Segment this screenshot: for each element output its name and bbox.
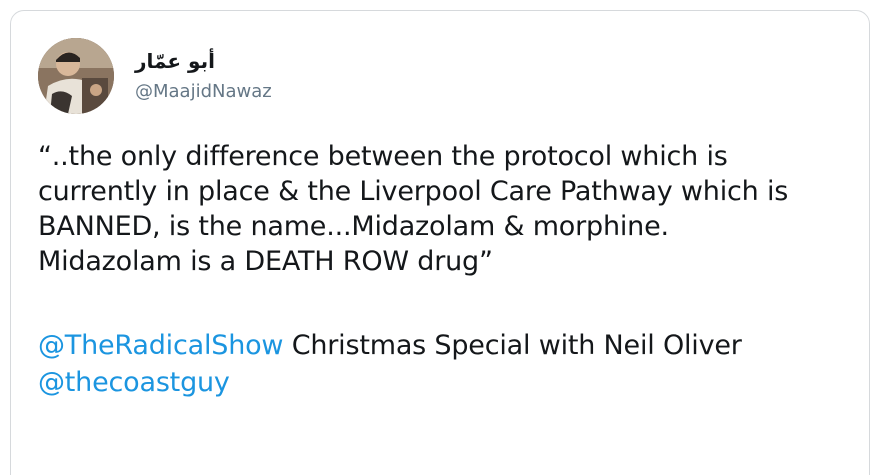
tweet-quote-text: “..the only difference between the proto… <box>38 141 789 277</box>
author-avatar[interactable] <box>38 38 114 114</box>
mention-link-radicalshow[interactable]: @TheRadicalShow <box>38 330 284 361</box>
author-handle[interactable]: @MaajidNawaz <box>135 81 272 102</box>
avatar-photo-icon <box>38 38 114 114</box>
author-display-name[interactable]: أبو عمّار <box>135 49 215 73</box>
tweet-card[interactable]: أبو عمّار @MaajidNawaz “..the only diffe… <box>10 10 870 475</box>
tweet-footer-text: Christmas Special with Neil Oliver <box>283 330 742 361</box>
tweet-footer-line: @TheRadicalShow Christmas Special with N… <box>38 327 838 401</box>
mention-link-coastguy[interactable]: @thecoastguy <box>38 367 230 398</box>
